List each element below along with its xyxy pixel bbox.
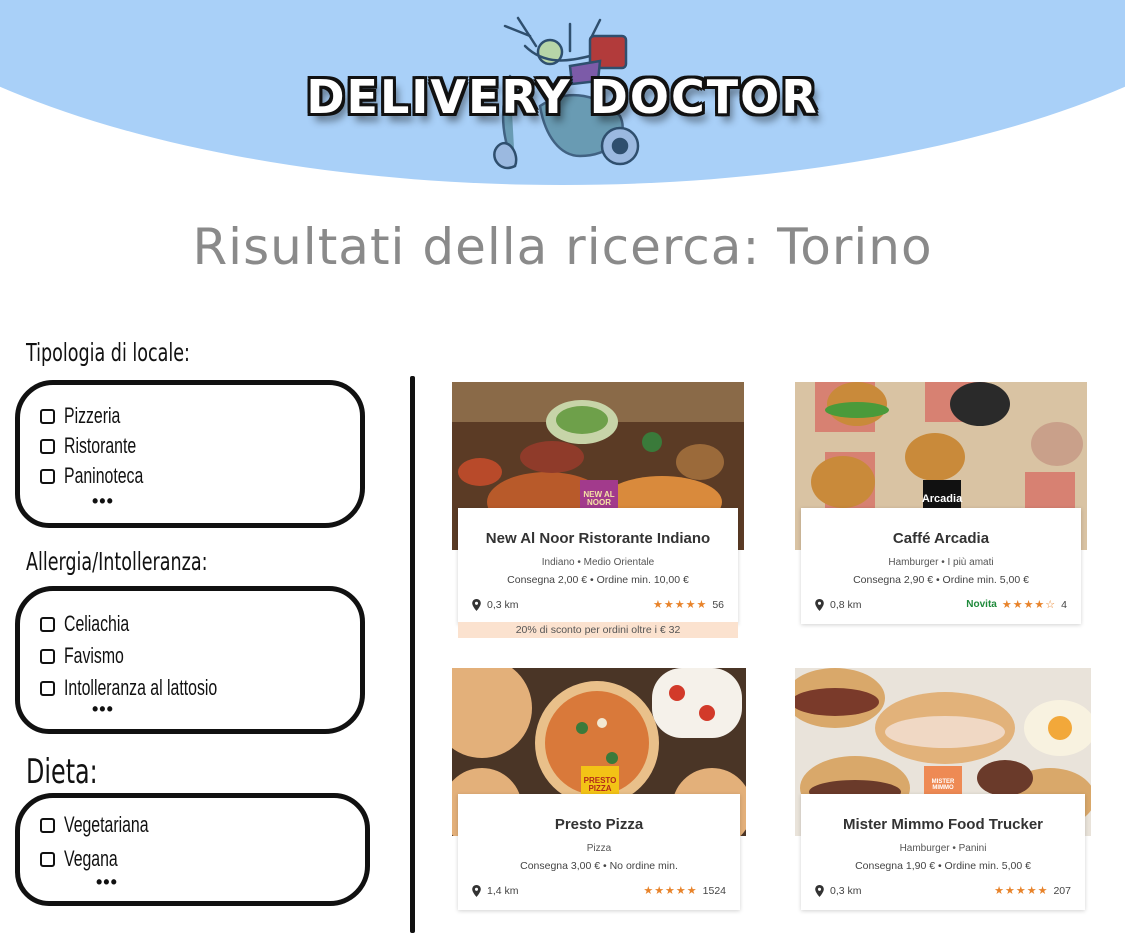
distance-text: 0,8 km [830, 598, 862, 611]
filter-option-lattosio[interactable]: Intolleranza al lattosio [40, 675, 277, 701]
filter-option-label: Vegana [64, 846, 118, 871]
card-info: Caffé Arcadia Hamburger • I più amati Co… [801, 508, 1081, 624]
filter-title-dieta: Dieta: [26, 752, 98, 792]
restaurant-categories: Indiano • Medio Orientale [541, 557, 655, 568]
restaurant-card[interactable]: NEW AL NOOR New Al Noor Ristorante India… [452, 382, 744, 640]
location-pin-icon [472, 884, 481, 897]
filter-box-tipologia: Pizzeria Ristorante Paninoteca ••• [15, 380, 365, 528]
filter-option-label: Vegetariana [64, 812, 149, 837]
filter-title-allergia: Allergia/Intolleranza: [26, 547, 208, 576]
restaurant-card[interactable]: MISTER MIMMO Mister Mimmo Food Trucker H… [795, 668, 1091, 913]
rating: ★★★★★ 56 [653, 598, 724, 612]
restaurant-categories: Hamburger • I più amati [888, 557, 994, 568]
distance: 0,3 km [472, 598, 519, 611]
filter-title-tipologia: Tipologia di locale: [26, 338, 190, 367]
restaurant-categories: Pizza [586, 843, 612, 854]
review-count: 207 [1053, 884, 1071, 897]
checkbox[interactable] [40, 408, 55, 424]
distance-text: 0,3 km [487, 598, 519, 611]
rating-stars: ★★★★★ [643, 885, 698, 897]
filter-option-label: Favismo [64, 643, 124, 668]
distance: 0,3 km [815, 884, 862, 897]
restaurant-name[interactable]: New Al Noor Ristorante Indiano [458, 530, 738, 547]
location-pin-icon [472, 598, 481, 611]
card-footer: 1,4 km ★★★★★ 1524 [472, 884, 726, 897]
delivery-fees: Consegna 1,90 € • Ordine min. 5,00 € [855, 860, 1031, 872]
page-title: Risultati della ricerca: Torino [192, 218, 933, 276]
divider [410, 376, 415, 933]
filter-box-allergia: Celiachia Favismo Intolleranza al lattos… [15, 586, 365, 734]
filter-option-pizzeria[interactable]: Pizzeria [40, 403, 142, 429]
distance-text: 0,3 km [830, 884, 862, 897]
new-badge: Novita [966, 599, 997, 610]
delivery-fees: Consegna 2,90 € • Ordine min. 5,00 € [853, 574, 1029, 586]
location-pin-icon [815, 598, 824, 611]
review-count: 56 [712, 598, 724, 611]
distance: 1,4 km [472, 884, 519, 897]
filter-option-paninoteca[interactable]: Paninoteca [40, 463, 174, 489]
card-footer: 0,3 km ★★★★★ 56 [472, 598, 724, 611]
delivery-fees: Consegna 2,00 € • Ordine min. 10,00 € [507, 574, 689, 586]
rating: Novita ★★★★☆ 4 [966, 598, 1067, 612]
filter-option-vegana[interactable]: Vegana [40, 846, 139, 872]
filter-option-label: Ristorante [64, 433, 137, 458]
review-count: 4 [1061, 598, 1067, 611]
filter-option-ristorante[interactable]: Ristorante [40, 433, 164, 459]
distance: 0,8 km [815, 598, 862, 611]
restaurant-card[interactable]: PRESTO PIZZA Presto Pizza Pizza Consegna… [452, 668, 746, 913]
card-info: Presto Pizza Pizza Consegna 3,00 € • No … [458, 794, 740, 910]
more-options-button[interactable]: ••• [96, 872, 118, 893]
promo-banner: 20% di sconto per ordini oltre i € 32 [458, 622, 738, 638]
filter-option-label: Paninoteca [64, 463, 144, 488]
logo-text: DELIVERY DOCTOR [306, 70, 819, 124]
restaurant-name[interactable]: Presto Pizza [458, 816, 740, 833]
rating-stars: ★★★★★ [994, 885, 1049, 897]
more-options-button[interactable]: ••• [92, 491, 114, 512]
rating: ★★★★★ 207 [994, 884, 1071, 898]
checkbox[interactable] [40, 680, 55, 696]
checkbox[interactable] [40, 817, 55, 833]
location-pin-icon [815, 884, 824, 897]
more-options-button[interactable]: ••• [92, 699, 114, 720]
restaurant-categories: Hamburger • Panini [899, 843, 987, 854]
restaurant-name[interactable]: Mister Mimmo Food Trucker [801, 816, 1085, 833]
filter-box-dieta: Vegetariana Vegana ••• [15, 793, 370, 906]
filter-option-label: Celiachia [64, 611, 130, 636]
checkbox[interactable] [40, 616, 55, 632]
rating-stars: ★★★★★ [653, 599, 708, 611]
review-count: 1524 [702, 884, 726, 897]
filter-option-favismo[interactable]: Favismo [40, 643, 147, 669]
rating-stars: ★★★★☆ [1001, 599, 1057, 611]
checkbox[interactable] [40, 468, 55, 484]
filter-option-label: Pizzeria [64, 403, 121, 428]
card-footer: 0,3 km ★★★★★ 207 [815, 884, 1071, 897]
delivery-fees: Consegna 3,00 € • No ordine min. [520, 860, 678, 872]
restaurant-name[interactable]: Caffé Arcadia [801, 530, 1081, 547]
checkbox[interactable] [40, 438, 55, 454]
restaurant-card[interactable]: Arcadia Caffé Arcadia Hamburger • I più … [795, 382, 1087, 627]
card-info: New Al Noor Ristorante Indiano Indiano •… [458, 508, 738, 624]
header: DELIVERY DOCTOR [0, 0, 1125, 200]
filter-option-vegetariana[interactable]: Vegetariana [40, 812, 181, 838]
checkbox[interactable] [40, 648, 55, 664]
card-info: Mister Mimmo Food Trucker Hamburger • Pa… [801, 794, 1085, 910]
rating: ★★★★★ 1524 [643, 884, 726, 898]
checkbox[interactable] [40, 851, 55, 867]
filter-option-celiachia[interactable]: Celiachia [40, 611, 155, 637]
card-footer: 0,8 km Novita ★★★★☆ 4 [815, 598, 1067, 611]
filter-option-label: Intolleranza al lattosio [64, 675, 218, 700]
distance-text: 1,4 km [487, 884, 519, 897]
